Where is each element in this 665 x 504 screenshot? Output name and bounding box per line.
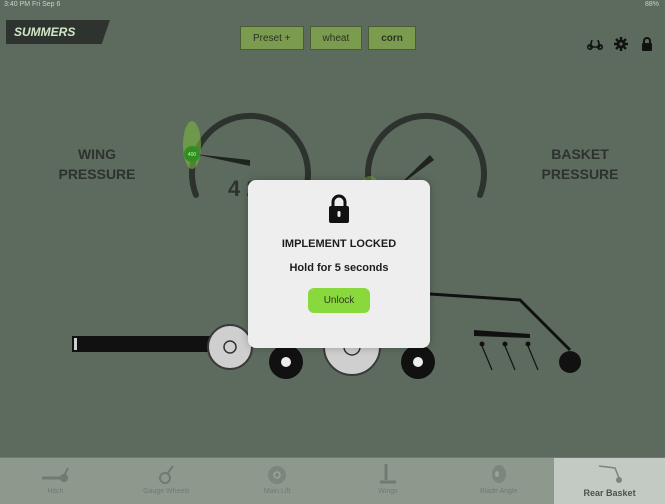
nav-blade-angle[interactable]: Blade Angle	[443, 458, 554, 504]
lock-icon[interactable]	[639, 36, 655, 52]
lock-icon	[329, 194, 349, 223]
preset-add-button[interactable]: Preset +	[240, 26, 304, 50]
unlock-button[interactable]: Unlock	[307, 288, 371, 313]
nav-gauge-wheels-label: Gauge Wheels	[143, 488, 190, 495]
status-time: 3:40 PM Fri Sep 6	[4, 1, 61, 8]
status-bar: 3:40 PM Fri Sep 6 88%	[0, 0, 665, 10]
basket-pressure-label: BASKET PRESSURE	[530, 144, 630, 184]
preset-corn-button[interactable]: corn	[368, 26, 416, 50]
hitch-icon[interactable]	[587, 36, 603, 52]
nav-rear-basket-label: Rear Basket	[583, 488, 636, 498]
nav-main-lift-label: Main Lift	[263, 488, 291, 495]
nav-gauge-wheels[interactable]: Gauge Wheels	[111, 458, 222, 504]
nav-hitch-label: Hitch	[47, 488, 64, 495]
dialog-subtitle: Hold for 5 seconds	[289, 262, 389, 274]
lock-dialog: IMPLEMENT LOCKED Hold for 5 seconds Unlo…	[248, 180, 430, 348]
nav-rear-basket[interactable]: Rear Basket	[554, 458, 665, 504]
nav-wings[interactable]: Wings	[332, 458, 443, 504]
basket-label-line2: PRESSURE	[541, 166, 619, 182]
preset-bar: Preset + wheat corn	[240, 26, 416, 50]
battery-indicator: 88%	[644, 1, 659, 8]
gear-icon[interactable]	[613, 36, 629, 52]
basket-label-line1: BASKET	[551, 146, 609, 162]
hitch-icon	[42, 467, 70, 482]
blade-angle-icon	[491, 465, 506, 483]
svg-text:400: 400	[188, 152, 197, 158]
wings-icon	[379, 464, 396, 484]
nav-wings-label: Wings	[378, 488, 398, 495]
preset-wheat-button[interactable]: wheat	[309, 26, 363, 50]
bottom-nav: Hitch Gauge Wheels Main Lift Wings Blade…	[0, 457, 665, 504]
wing-pressure-label: WING PRESSURE	[52, 144, 142, 184]
gauge-wheel-icon	[159, 465, 175, 484]
wing-label-line2: PRESSURE	[58, 166, 136, 182]
main-lift-icon	[268, 466, 287, 484]
wing-label-line1: WING	[77, 146, 117, 162]
nav-hitch[interactable]: Hitch	[0, 458, 111, 504]
nav-main-lift[interactable]: Main Lift	[222, 458, 333, 504]
rear-basket-icon	[598, 465, 622, 483]
top-toolbar	[587, 36, 655, 52]
brand-logo: SUMMERS	[6, 20, 110, 44]
dialog-title: IMPLEMENT LOCKED	[281, 238, 397, 250]
nav-blade-angle-label: Blade Angle	[480, 488, 518, 495]
